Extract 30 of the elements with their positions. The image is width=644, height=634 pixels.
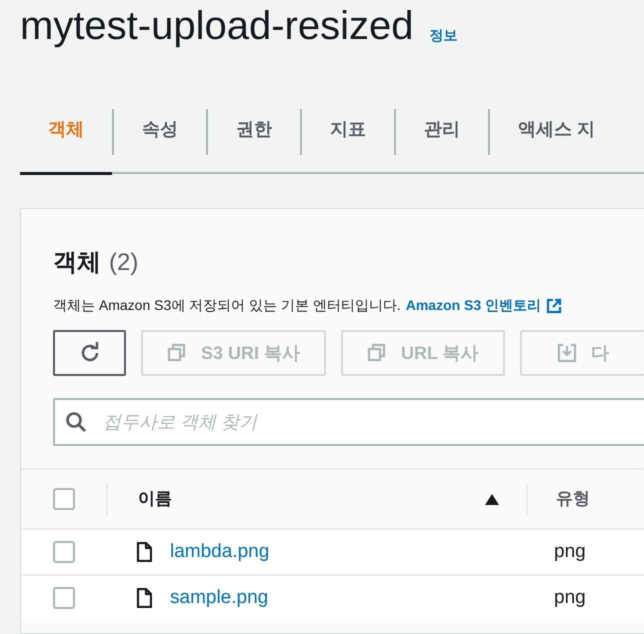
tab[interactable]: 관리 (396, 103, 488, 175)
file-icon (136, 542, 152, 562)
checkbox[interactable] (53, 587, 75, 609)
panel-description: 객체는 Amazon S3에 저장되어 있는 기본 엔터티입니다. (53, 296, 401, 315)
search-icon (65, 411, 87, 433)
tab[interactable]: 속성 (114, 103, 206, 175)
table-cell-text: png (554, 540, 586, 564)
object-count: (2) (109, 248, 138, 278)
tab[interactable]: 권한 (208, 103, 300, 175)
file-name-link[interactable]: sample.png (170, 584, 268, 612)
refresh-button[interactable] (53, 330, 126, 376)
column-header[interactable]: 이름 (138, 486, 172, 512)
inventory-link[interactable]: Amazon S3 인벤토리 (406, 295, 542, 316)
external-link-icon (546, 298, 562, 314)
tab[interactable]: 액세스 지 (490, 103, 624, 175)
page-title: mytest-upload-resized (20, 3, 414, 50)
panel-title: 객체 (53, 248, 101, 278)
checkbox[interactable] (53, 541, 75, 563)
download-icon (556, 343, 577, 363)
column-header[interactable]: 유형 (528, 486, 590, 512)
tab[interactable]: 지표 (302, 103, 394, 175)
copy-icon (367, 343, 388, 363)
checkbox[interactable] (53, 488, 75, 510)
table-cell-text: png (554, 586, 586, 610)
file-name-link[interactable]: lambda.png (170, 538, 270, 566)
info-link[interactable]: 정보 (430, 25, 458, 46)
file-icon (136, 588, 152, 608)
copy-icon (167, 343, 187, 363)
sort-ascending-icon (485, 494, 499, 504)
search-field[interactable]: 접두사로 객체 찾기 (53, 398, 644, 446)
